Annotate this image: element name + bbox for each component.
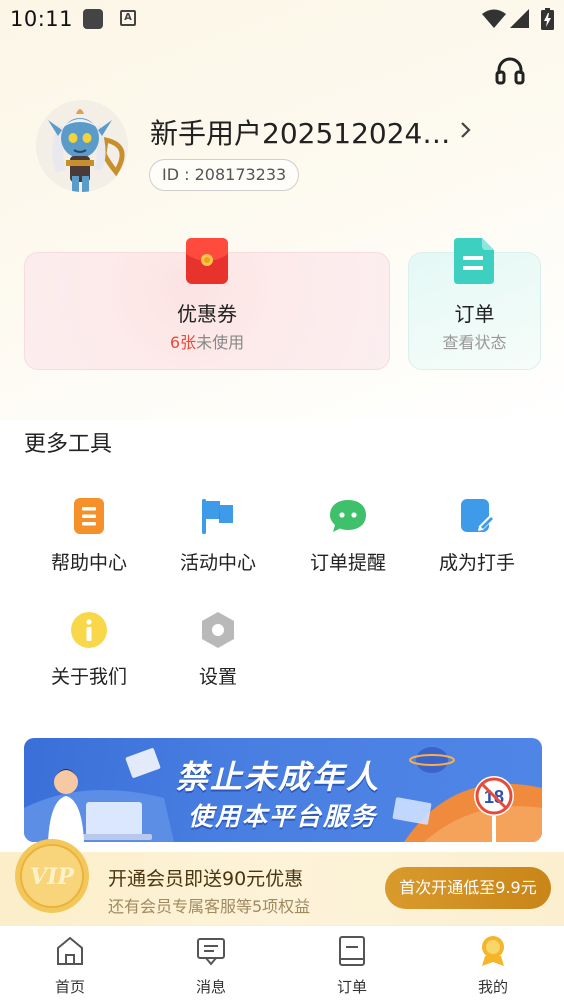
tool-order-reminder[interactable]: 订单提醒 xyxy=(283,496,413,596)
tools-heading: 更多工具 xyxy=(24,432,113,457)
home-icon xyxy=(57,936,83,965)
tool-settings[interactable]: 设置 xyxy=(153,610,283,710)
notification-app-icon xyxy=(83,9,103,29)
tool-label: 设置 xyxy=(198,666,237,688)
wifi-icon xyxy=(482,9,506,28)
message-icon xyxy=(197,938,225,966)
vip-title: 开通会员即送90元优惠 xyxy=(108,868,304,890)
notification-a-icon: A xyxy=(120,10,136,26)
status-bar: 10:11 A xyxy=(0,0,564,40)
red-envelope-icon xyxy=(186,238,228,284)
tool-become-booster[interactable]: 成为打手 xyxy=(412,496,542,596)
info-icon xyxy=(71,612,107,648)
tool-label: 关于我们 xyxy=(50,666,127,688)
tool-help-center[interactable]: 帮助中心 xyxy=(24,496,154,596)
nav-label: 消息 xyxy=(195,978,226,996)
nav-item-home[interactable]: 首页 xyxy=(20,935,120,999)
tool-about-us[interactable]: 关于我们 xyxy=(24,610,154,710)
order-title: 订单 xyxy=(454,302,495,326)
signal-icon xyxy=(510,9,529,28)
vip-coin-icon: VIP xyxy=(15,839,89,913)
nav-label: 我的 xyxy=(477,978,508,996)
order-document-icon xyxy=(454,238,494,284)
banner-title: 禁止未成年人 xyxy=(176,758,381,796)
nav-item-orders[interactable]: 订单 xyxy=(302,935,402,999)
edit-icon xyxy=(461,499,495,532)
order-subtitle: 查看状态 xyxy=(442,333,507,352)
vip-coin-text: VIP xyxy=(30,864,75,890)
tool-label: 帮助中心 xyxy=(50,552,127,574)
chat-bubble-icon xyxy=(330,500,366,532)
tool-label: 成为打手 xyxy=(438,552,515,574)
avatar[interactable] xyxy=(36,100,128,192)
nav-label: 订单 xyxy=(336,978,367,996)
avatar-character-icon xyxy=(36,100,128,192)
settings-hexagon-icon xyxy=(202,612,234,648)
help-doc-icon xyxy=(74,498,104,534)
coupon-subtitle: 6张未使用 xyxy=(24,329,390,353)
coupon-status: 未使用 xyxy=(196,333,245,352)
tool-label: 订单提醒 xyxy=(309,552,386,574)
customer-service-headset-icon[interactable] xyxy=(494,55,526,87)
order-icon xyxy=(339,936,365,966)
status-time: 10:11 xyxy=(10,7,74,31)
coupon-count: 6张 xyxy=(169,333,197,352)
vip-subtitle: 还有会员专属客服等5项权益 xyxy=(108,897,311,916)
tool-label: 活动中心 xyxy=(179,552,256,574)
chevron-right-icon[interactable] xyxy=(458,120,474,140)
coupon-title: 优惠券 xyxy=(177,302,237,326)
user-id-badge: ID : 208173233 xyxy=(149,159,300,191)
banner-subtitle: 使用本平台服务 xyxy=(188,802,378,831)
flag-icon xyxy=(202,499,233,534)
vip-open-button[interactable]: 首次开通低至9.9元 xyxy=(385,867,551,909)
profile-icon xyxy=(482,936,504,966)
nav-item-profile[interactable]: 我的 xyxy=(443,935,543,999)
nav-item-messages[interactable]: 消息 xyxy=(161,935,261,999)
tool-activity-center[interactable]: 活动中心 xyxy=(153,496,283,596)
battery-icon xyxy=(541,8,554,30)
nav-label: 首页 xyxy=(54,978,85,996)
username[interactable]: 新手用户202512024… xyxy=(150,112,450,152)
